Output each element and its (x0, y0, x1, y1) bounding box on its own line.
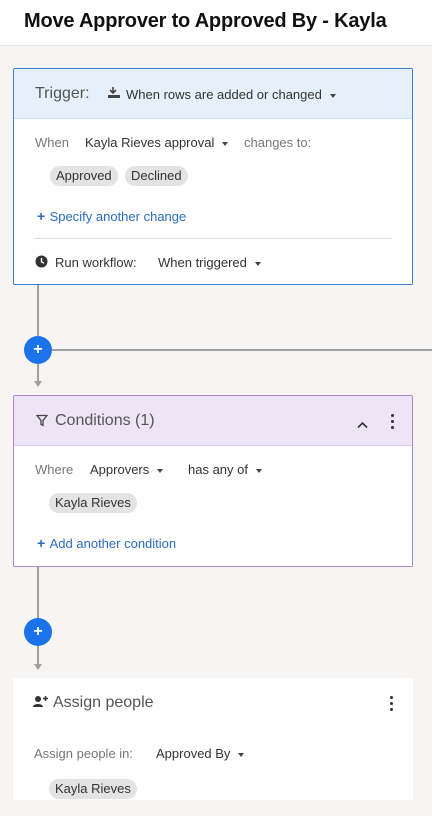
trigger-block[interactable]: Trigger: When rows are added or changed … (13, 68, 413, 285)
assignee-chip[interactable]: Kayla Rieves (49, 779, 137, 799)
when-label: When (35, 135, 69, 150)
assign-column-value: Approved By (156, 746, 231, 761)
chevron-down-icon (222, 141, 229, 146)
conditions-header: Conditions (1) (14, 396, 412, 446)
plus-icon: + (37, 535, 46, 551)
value-chip-declined[interactable]: Declined (125, 166, 188, 186)
trigger-type-dropdown[interactable]: When rows are added or changed (126, 87, 336, 102)
more-options-icon[interactable] (390, 696, 394, 714)
chevron-down-icon (254, 261, 261, 266)
run-workflow-value: When triggered (158, 255, 247, 270)
add-condition-link[interactable]: + Add another condition (37, 535, 176, 553)
branch-line (52, 349, 432, 351)
arrow-down-icon (34, 381, 42, 387)
where-label: Where (35, 462, 74, 477)
assign-people-block[interactable]: Assign people Assign people in: Approved… (13, 678, 413, 800)
arrow-down-icon (34, 664, 42, 670)
chevron-down-icon (157, 468, 164, 473)
condition-operator-value: has any of (188, 462, 248, 477)
header: Move Approver to Approved By - Kayla (0, 0, 432, 46)
connector-line (37, 567, 39, 619)
chevron-up-icon[interactable] (357, 416, 368, 434)
assign-people-title: Assign people (53, 694, 154, 711)
condition-value-chip[interactable]: Kayla Rieves (49, 493, 137, 513)
divider (34, 238, 392, 239)
grid-rows-icon (107, 86, 121, 105)
chevron-down-icon (329, 93, 336, 98)
clock-icon (35, 255, 48, 273)
condition-field-value: Approvers (90, 462, 150, 477)
specify-change-link[interactable]: + Specify another change (37, 208, 186, 226)
add-step-button[interactable]: + (24, 336, 52, 364)
condition-field-dropdown[interactable]: Approvers (90, 462, 164, 477)
more-options-icon[interactable] (391, 414, 395, 432)
conditions-title: Conditions (1) (55, 412, 155, 429)
add-condition-label: Add another condition (49, 536, 177, 551)
connector-line (37, 285, 39, 336)
specify-change-label: Specify another change (49, 209, 187, 224)
page-title: Move Approver to Approved By - Kayla (24, 10, 387, 32)
trigger-type-value: When rows are added or changed (126, 87, 322, 102)
person-add-icon (33, 695, 49, 713)
condition-operator-dropdown[interactable]: has any of (188, 462, 262, 477)
assign-column-dropdown[interactable]: Approved By (156, 746, 245, 761)
column-value: Kayla Rieves approval (85, 135, 215, 150)
value-chip-approved[interactable]: Approved (50, 166, 118, 186)
conditions-block[interactable]: Conditions (1) Where Approvers has any o… (13, 395, 413, 567)
column-dropdown[interactable]: Kayla Rieves approval (85, 135, 229, 150)
run-workflow-dropdown[interactable]: When triggered (158, 255, 261, 270)
add-step-button[interactable]: + (24, 618, 52, 646)
run-workflow-label: Run workflow: (55, 255, 137, 270)
changes-to-label: changes to: (244, 135, 312, 150)
connector-line (37, 646, 39, 664)
trigger-label: Trigger: (35, 85, 90, 102)
chevron-down-icon (256, 468, 262, 473)
plus-icon: + (37, 208, 46, 224)
chevron-down-icon (238, 752, 245, 757)
trigger-header: Trigger: When rows are added or changed (14, 69, 412, 119)
filter-icon (35, 414, 49, 432)
assign-in-label: Assign people in: (34, 746, 134, 761)
connector-line (37, 364, 39, 381)
